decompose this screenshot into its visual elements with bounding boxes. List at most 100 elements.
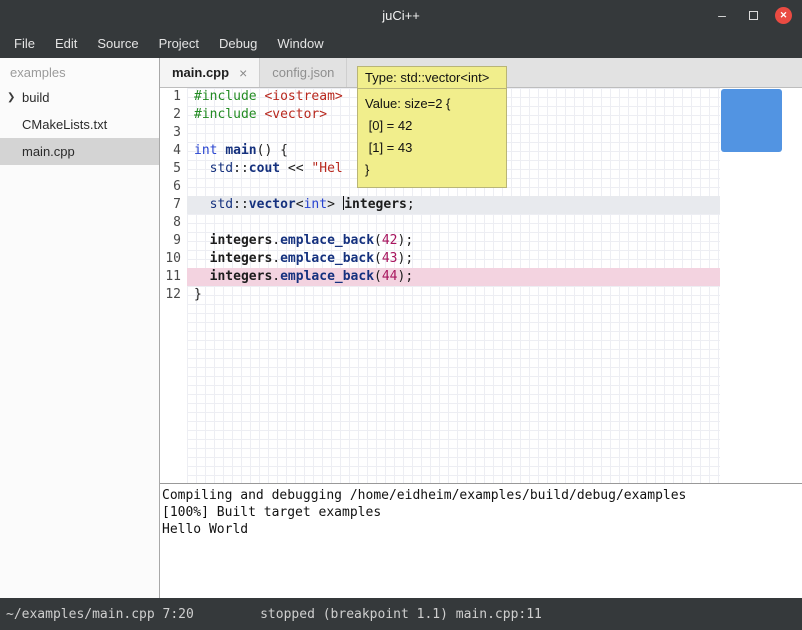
minimize-button[interactable]: – bbox=[713, 6, 731, 24]
code-token: 42 bbox=[382, 233, 398, 248]
code-token: cout bbox=[249, 161, 280, 176]
tree-item-cmakelists-txt[interactable]: CMakeLists.txt bbox=[0, 111, 159, 138]
code-token: ( bbox=[374, 251, 382, 266]
menu-item-window[interactable]: Window bbox=[267, 30, 333, 58]
code-line-text bbox=[187, 214, 720, 232]
status-file-position: ~/examples/main.cpp 7:20 bbox=[0, 607, 194, 622]
line-number[interactable]: 6 bbox=[160, 178, 187, 196]
minimize-icon: – bbox=[718, 7, 726, 23]
line-number[interactable]: 8 bbox=[160, 214, 187, 232]
code-token: ( bbox=[374, 269, 382, 284]
code-line[interactable]: 7 std::vector<int> integers; bbox=[160, 196, 802, 214]
tab-close-icon[interactable]: × bbox=[239, 65, 247, 81]
app-window: juCi++ – ✕ FileEditSourceProjectDebugWin… bbox=[0, 0, 802, 630]
debug-value-tooltip: Type: std::vector<int> Value: size=2 { [… bbox=[357, 66, 507, 188]
line-number[interactable]: 12 bbox=[160, 286, 187, 304]
line-number[interactable]: 10 bbox=[160, 250, 187, 268]
tooltip-value-line: [1] = 43 bbox=[365, 137, 499, 159]
menu-item-edit[interactable]: Edit bbox=[45, 30, 87, 58]
tab-main-cpp[interactable]: main.cpp × bbox=[160, 58, 260, 87]
window-title: juCi++ bbox=[0, 8, 802, 23]
menu-item-project[interactable]: Project bbox=[149, 30, 209, 58]
tree-item-label: main.cpp bbox=[22, 144, 75, 159]
tooltip-value-line: } bbox=[365, 159, 499, 181]
code-token: int bbox=[304, 197, 327, 212]
explorer-header: examples bbox=[0, 58, 159, 84]
code-token: "Hel bbox=[311, 161, 342, 176]
code-token: ); bbox=[398, 233, 414, 248]
code-token: std bbox=[210, 161, 233, 176]
code-token: 43 bbox=[382, 251, 398, 266]
menubar: FileEditSourceProjectDebugWindow bbox=[0, 30, 802, 58]
code-token: ( bbox=[374, 233, 382, 248]
code-token: :: bbox=[233, 161, 249, 176]
line-number[interactable]: 11 bbox=[160, 268, 187, 286]
line-number[interactable]: 3 bbox=[160, 124, 187, 142]
output-line: Compiling and debugging /home/eidheim/ex… bbox=[162, 487, 800, 504]
code-token: integers bbox=[210, 269, 273, 284]
status-bar: stopped (breakpoint 1.1) main.cpp:11 ~/e… bbox=[0, 598, 802, 630]
code-line[interactable]: 10 integers.emplace_back(43); bbox=[160, 250, 802, 268]
code-line-text: std::vector<int> integers; bbox=[187, 196, 720, 214]
code-token: . bbox=[272, 269, 280, 284]
code-token bbox=[194, 251, 210, 266]
code-token: :: bbox=[233, 197, 249, 212]
maximize-icon bbox=[749, 11, 758, 20]
code-line[interactable]: 8 bbox=[160, 214, 802, 232]
output-panel: Compiling and debugging /home/eidheim/ex… bbox=[160, 483, 802, 598]
tree-item-label: CMakeLists.txt bbox=[22, 117, 107, 132]
code-line-text: } bbox=[187, 286, 720, 304]
menu-item-file[interactable]: File bbox=[4, 30, 45, 58]
line-number[interactable]: 2 bbox=[160, 106, 187, 124]
code-token bbox=[194, 161, 210, 176]
code-line-text: integers.emplace_back(43); bbox=[187, 250, 720, 268]
code-token: emplace_back bbox=[280, 269, 374, 284]
code-token: } bbox=[194, 287, 202, 302]
tree-item-label: build bbox=[22, 90, 49, 105]
line-number[interactable]: 7 bbox=[160, 196, 187, 214]
tab-config-json[interactable]: config.json bbox=[260, 58, 347, 87]
maximize-button[interactable] bbox=[744, 6, 762, 24]
code-token bbox=[194, 233, 210, 248]
window-controls: – ✕ bbox=[713, 0, 792, 30]
code-token: #include bbox=[194, 89, 257, 104]
code-line[interactable]: 11 integers.emplace_back(44); bbox=[160, 268, 802, 286]
output-line: Hello World bbox=[162, 521, 800, 538]
code-line-text: integers.emplace_back(44); bbox=[187, 268, 720, 286]
tree-item-main-cpp[interactable]: main.cpp bbox=[0, 138, 159, 165]
tooltip-value-line: Value: size=2 { bbox=[365, 93, 499, 115]
code-token: integers bbox=[344, 197, 407, 212]
code-token: << bbox=[280, 161, 311, 176]
code-token: ); bbox=[398, 269, 414, 284]
tooltip-value-line: [0] = 42 bbox=[365, 115, 499, 137]
code-token bbox=[194, 269, 210, 284]
code-token: integers bbox=[210, 251, 273, 266]
code-token: emplace_back bbox=[280, 233, 374, 248]
titlebar: juCi++ – ✕ bbox=[0, 0, 802, 30]
chevron-right-icon[interactable]: ❯ bbox=[7, 92, 15, 103]
scrollbar-thumb[interactable] bbox=[721, 89, 782, 152]
close-icon: ✕ bbox=[780, 10, 788, 21]
code-token: . bbox=[272, 233, 280, 248]
code-token: > bbox=[327, 197, 343, 212]
line-number[interactable]: 4 bbox=[160, 142, 187, 160]
output-line: [100%] Built target examples bbox=[162, 504, 800, 521]
code-token: int bbox=[194, 143, 217, 158]
menu-item-debug[interactable]: Debug bbox=[209, 30, 267, 58]
code-line[interactable]: 9 integers.emplace_back(42); bbox=[160, 232, 802, 250]
menu-item-source[interactable]: Source bbox=[87, 30, 148, 58]
code-token: integers bbox=[210, 233, 273, 248]
close-button[interactable]: ✕ bbox=[775, 7, 792, 24]
code-token: #include bbox=[194, 107, 257, 122]
tree-item-build[interactable]: ❯ build bbox=[0, 84, 159, 111]
line-number[interactable]: 1 bbox=[160, 88, 187, 106]
code-line-text: integers.emplace_back(42); bbox=[187, 232, 720, 250]
code-token: emplace_back bbox=[280, 251, 374, 266]
tab-label: config.json bbox=[272, 65, 334, 80]
code-token: 44 bbox=[382, 269, 398, 284]
line-number[interactable]: 9 bbox=[160, 232, 187, 250]
tab-label: main.cpp bbox=[172, 65, 229, 80]
line-number[interactable]: 5 bbox=[160, 160, 187, 178]
code-line[interactable]: 12} bbox=[160, 286, 802, 304]
code-token: <vector> bbox=[264, 107, 327, 122]
